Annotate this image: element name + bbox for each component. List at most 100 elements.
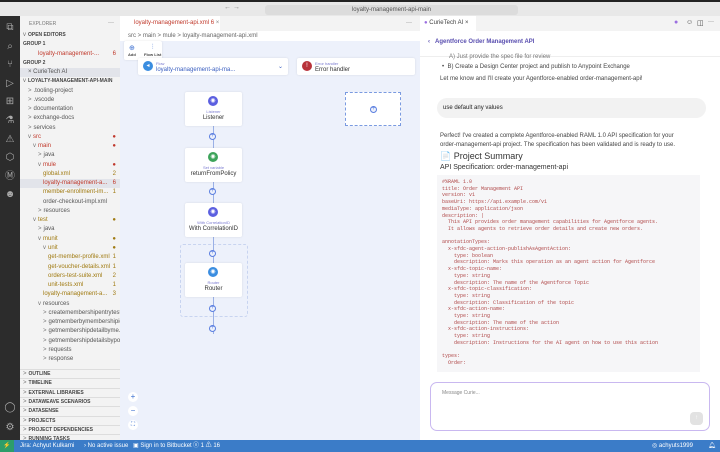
section-header[interactable]: v OPEN EDITORS [20,31,120,40]
mule-m-icon[interactable]: Ⓜ [4,171,16,183]
tree-item[interactable]: get-member-profile.xml 1 [20,253,120,262]
curie-icon[interactable]: ☻ [4,189,16,201]
section-header[interactable]: GROUP 2 [20,59,120,68]
settings-gear-icon[interactable]: ⚙ [4,422,16,434]
flow-selector[interactable]: ◂ Flow loyalty-management-api-ma... ⌄ [138,58,288,75]
extensions-icon[interactable]: ⊞ [4,96,16,108]
command-center-search[interactable]: loyalty-management-api-main [265,5,518,15]
flow-node-returnfrompolicy[interactable]: ◉ Set variable returnFromPolicy [185,148,242,182]
tree-item[interactable]: × CurieTech AI [20,68,120,78]
tree-item[interactable]: > .tooling-project [20,87,120,96]
tree-item[interactable]: orders-test-suite.xml 2 [20,272,120,281]
tree-item[interactable]: > services [20,124,120,133]
tree-item[interactable]: get-voucher-details.xml 1 [20,263,120,272]
tree-item[interactable]: v src ● [20,133,120,142]
user-status[interactable]: ◎ achyuts1999 [652,440,693,452]
bitbucket-status[interactable]: ▣ Sign in to Bitbucket [133,440,192,452]
tree-item[interactable]: > getmembershipdetailbyme... [20,327,120,336]
fit-view-button[interactable]: ⛶ [128,420,138,430]
add-step-icon[interactable]: + [209,188,216,195]
flow-node-router[interactable]: ◉ Router Router [185,263,242,297]
breadcrumb[interactable]: src > main > mule > loyalty-management-a… [120,31,420,41]
tree-item[interactable]: unit-tests.xml 1 [20,281,120,290]
add-step-icon[interactable]: + [209,133,216,140]
issue-text: No active issue [87,443,129,449]
send-button[interactable]: ↑ [690,412,703,425]
status-bar: ⚡ Jira: Achyut Kulkarni › No active issu… [0,440,720,452]
run-debug-icon[interactable]: ▷ [4,78,16,90]
flow-name: loyalty-management-api-ma... [156,67,236,73]
warning-icon[interactable]: ⚠ [4,134,16,146]
tree-item[interactable]: loyalty-management-a... 3 [20,290,120,299]
tree-item[interactable]: > documentation [20,105,120,114]
tree-item[interactable]: v resources [20,300,120,309]
panel-outline[interactable]: > OUTLINE [20,369,120,378]
tree-item[interactable]: loyalty-management-a... 6 [20,179,120,189]
tab-curietech[interactable]: ● CurieTech AI × [420,16,476,31]
message-input[interactable]: Message Curie... ↑ [430,382,710,431]
tree-item[interactable]: member-enrollment-im... 1 [20,188,120,197]
remote-icon[interactable]: ⚡ [0,440,14,452]
tree-item[interactable]: > requests [20,346,120,355]
flow-node-listener[interactable]: ◉ Listener Listener [185,92,242,126]
testing-icon[interactable]: ⚗ [4,115,16,127]
more-icon[interactable]: ··· [108,20,114,26]
flow-node-with-correlationid[interactable]: ◉ With CorrelationID With CorrelationID [185,203,242,237]
tree-item[interactable]: global.xml 2 [20,170,120,179]
tree-item[interactable]: > exchange-docs [20,114,120,123]
add-step-icon[interactable]: + [209,305,216,312]
tree-item[interactable]: > java [20,151,120,160]
curie-icon[interactable]: ● [674,19,678,26]
tree-item[interactable]: loyalty-management-... 6 [20,50,120,59]
tree-item[interactable]: v mule ● [20,161,120,170]
search-icon[interactable]: ⌕ [4,41,16,53]
tree-item[interactable]: > createmembershipentrytest [20,309,120,318]
zoom-out-button[interactable]: − [128,406,138,416]
chevron-icon: > [43,337,47,344]
chevron-down-icon[interactable]: ⌄ [278,63,283,70]
split-editor-icon[interactable]: ◫ [697,19,704,27]
panel-projects[interactable]: > PROJECTS [20,415,120,425]
source-control-icon[interactable]: ⑂ [4,59,16,71]
add-step-icon[interactable]: + [209,250,216,257]
nav-arrows[interactable]: ← → [224,4,240,11]
tree-item[interactable]: v munit ● [20,235,120,244]
more-icon[interactable]: ··· [708,19,714,25]
tree-item[interactable]: > getmembershipdetailsbypo... [20,337,120,346]
bot-icon[interactable]: ☺ [686,19,693,26]
panel-timeline[interactable]: > TIMELINE [20,378,120,387]
tree-item[interactable]: v unit ● [20,244,120,253]
empty-drop-zone[interactable]: + [345,92,401,126]
tree-item[interactable]: > .vscode [20,96,120,105]
tree-item[interactable]: > getmemberbymembershipid [20,318,120,327]
panel-project-dependencies[interactable]: > PROJECT DEPENDENCIES [20,424,120,434]
more-icon[interactable]: ··· [406,20,412,26]
tree-item[interactable]: > java [20,225,120,234]
tree-item[interactable]: > resources [20,207,120,216]
panel-datasense[interactable]: > DATASENSE [20,406,120,415]
error-handler-card[interactable]: ! Error handler Error handler [297,58,415,75]
add-button[interactable]: ⊕ Add [128,44,136,57]
issue-status[interactable]: › No active issue [84,440,128,452]
close-icon[interactable]: × [216,20,220,26]
account-icon[interactable]: ◯ [4,402,16,414]
tree-item[interactable]: v main ● [20,142,120,151]
tree-item[interactable]: order-checkout-impl.xml [20,198,120,207]
panel-label: DATASENSE [28,408,59,415]
files-icon[interactable]: ⧉ [4,22,16,34]
tree-item[interactable]: v test ● [20,216,120,225]
tree-item[interactable]: > response [20,355,120,364]
tab-loyalty-management-api[interactable]: loyalty-management-api.xml 6 × [120,16,220,31]
bell-icon[interactable]: 🔔︎ [708,440,716,452]
panel-external-libraries[interactable]: > EXTERNAL LIBRARIES [20,387,120,397]
back-button[interactable]: ‹ Agentforce Order Management API [428,39,534,45]
problems-status[interactable]: ⓧ 1 ⚠ 16 [193,440,220,452]
panel-dataweave-scenarios[interactable]: > DATAWEAVE SCENARIOS [20,396,120,406]
mulesoft-icon[interactable]: ⬡ [4,152,16,164]
section-header[interactable]: v LOYALTY-MANAGEMENT-API-MAIN [20,77,120,86]
zoom-in-button[interactable]: + [128,392,138,402]
section-header[interactable]: GROUP 1 [20,40,120,49]
flow-list-button[interactable]: ⫶ Flow List [144,44,161,57]
jira-status[interactable]: Jira: Achyut Kulkarni [20,440,74,452]
add-step-icon[interactable]: + [209,325,216,332]
